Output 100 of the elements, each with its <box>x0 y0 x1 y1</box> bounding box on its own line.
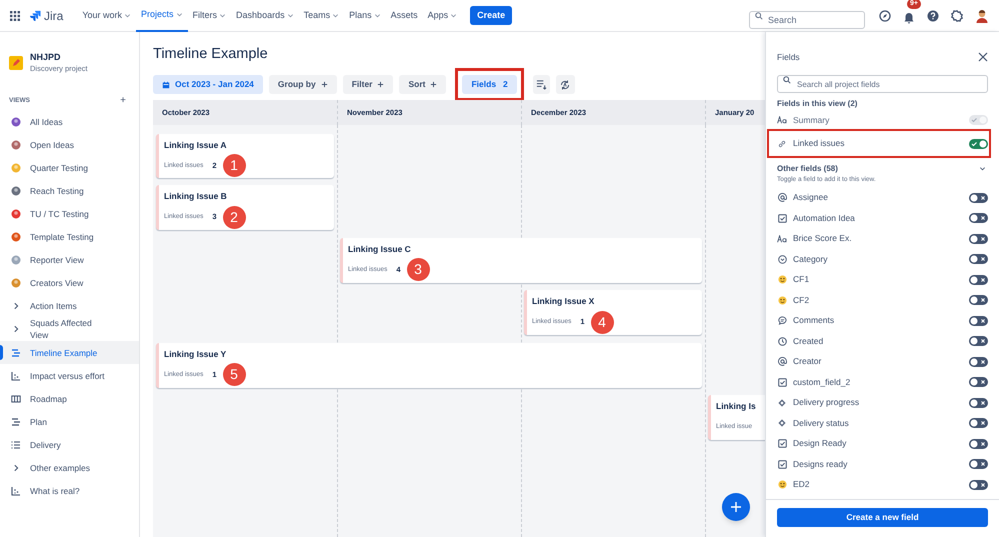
compass-icon[interactable] <box>879 10 891 22</box>
number-marker: 1 <box>222 154 246 177</box>
sidebar-item[interactable]: What is real? <box>0 479 139 502</box>
field-item: Designs ready <box>766 454 999 474</box>
toggle-switch[interactable] <box>969 234 988 244</box>
chevron-down-icon <box>219 12 226 19</box>
toolbar-button[interactable]: Sort <box>399 75 446 94</box>
clock-icon <box>777 336 787 346</box>
field-item: Delivery status <box>766 413 999 434</box>
chevron-right-icon <box>12 464 20 472</box>
card-title: Linking Issue C <box>348 244 412 254</box>
chevron-down-icon <box>450 12 458 19</box>
toggle-switch[interactable] <box>969 336 988 346</box>
checkbox-icon <box>777 378 787 387</box>
project-name: NHJPD <box>30 51 62 63</box>
plus-icon <box>730 501 742 513</box>
toggle-switch[interactable] <box>969 377 988 388</box>
app-grid-icon[interactable] <box>10 10 20 20</box>
sidebar-item[interactable]: Reach Testing <box>0 179 139 202</box>
sidebar-item[interactable]: Timeline Example <box>0 341 139 364</box>
scatter-icon <box>11 370 21 381</box>
sidebar-item[interactable]: Squads Affected View <box>0 317 139 342</box>
toggle-switch[interactable] <box>969 192 988 203</box>
add-button[interactable] <box>722 493 750 521</box>
sidebar-item[interactable]: Plan <box>0 410 139 434</box>
project-avatar-icon <box>9 56 23 70</box>
nav-menu-item[interactable]: Projects <box>136 0 188 32</box>
bell-icon[interactable] <box>903 12 915 24</box>
settings-icon[interactable] <box>951 10 963 22</box>
help-icon[interactable] <box>927 10 939 22</box>
field-item: Comments <box>766 310 999 331</box>
toolbar-button[interactable]: Fields 2 <box>462 75 517 94</box>
scatter-icon <box>11 486 21 496</box>
comment-icon <box>777 316 787 326</box>
toggle-switch[interactable] <box>969 418 988 428</box>
section-heading: Other fields (58) <box>777 162 838 175</box>
nav-menu-item[interactable]: Filters <box>188 0 232 32</box>
add-view-button[interactable]: + <box>120 96 126 106</box>
field-item: ED2 <box>766 474 999 495</box>
field-item: Creator <box>766 352 999 372</box>
create-button[interactable]: Create <box>470 6 512 25</box>
field-item: Delivery progress <box>766 392 999 413</box>
sidebar-item[interactable]: Template Testing <box>0 225 139 248</box>
chevron-down-icon <box>374 12 381 19</box>
toggle-switch[interactable] <box>969 398 988 408</box>
field-item: Linked issues <box>766 133 999 154</box>
avatar-icon[interactable] <box>975 8 989 22</box>
close-icon[interactable] <box>978 52 988 62</box>
auto-sort-icon[interactable] <box>556 75 575 94</box>
emoji-icon <box>777 275 787 284</box>
emoji-icon <box>777 480 787 490</box>
nav-menu-item[interactable]: Teams <box>298 0 344 32</box>
nav-menu-item[interactable]: Your work <box>77 0 136 32</box>
nav-menu-item[interactable]: Apps <box>422 0 462 32</box>
toggle-switch[interactable] <box>969 356 988 367</box>
sidebar-item[interactable]: Other examples <box>0 456 139 480</box>
sidebar-item[interactable]: Creators View <box>0 271 139 294</box>
search-icon <box>783 76 791 84</box>
sidebar-item[interactable]: Open Ideas <box>0 133 139 156</box>
field-item: Automation Idea <box>766 208 999 228</box>
toggle-switch[interactable] <box>969 213 988 224</box>
text-type-icon <box>777 116 787 124</box>
toggle-switch[interactable] <box>969 274 988 285</box>
plus-icon <box>377 81 384 88</box>
chevron-down-icon[interactable] <box>979 165 986 172</box>
search-field[interactable]: Search all project fields <box>777 75 988 94</box>
sidebar-item[interactable]: Roadmap <box>0 387 139 410</box>
search-field[interactable]: Search <box>749 10 865 28</box>
chevron-down-icon <box>124 12 132 19</box>
toggle-switch[interactable] <box>969 138 988 148</box>
toggle-switch[interactable] <box>969 254 988 264</box>
toolbar-button[interactable]: Oct 2023 - Jan 2024 <box>153 75 263 94</box>
at-sign-icon <box>777 193 787 202</box>
sidebar-item[interactable]: Impact versus effort <box>0 364 139 388</box>
sidebar-item[interactable]: Reporter View <box>0 248 139 272</box>
toolbar-button[interactable]: Group by <box>268 75 337 94</box>
sidebar-item[interactable]: TU / TC Testing <box>0 202 139 226</box>
toggle-switch[interactable] <box>969 459 988 470</box>
sidebar-item[interactable]: Action Items <box>0 294 139 318</box>
diamond-icon <box>777 398 787 407</box>
toggle-switch[interactable] <box>969 480 988 490</box>
plus-icon <box>430 81 438 88</box>
sidebar-item[interactable]: Quarter Testing <box>0 156 139 180</box>
toggle-switch[interactable] <box>969 295 988 306</box>
nav-menu-item[interactable]: Assets <box>386 0 423 32</box>
create-field-button[interactable]: Create a new field <box>777 508 988 527</box>
logo-icon <box>30 10 41 21</box>
at-sign-icon <box>777 357 787 366</box>
sidebar-item[interactable]: All Ideas <box>0 110 139 134</box>
nav-menu-item[interactable]: Plans <box>344 0 386 32</box>
nav-menu-item[interactable]: Dashboards <box>231 0 299 32</box>
chevron-right-icon <box>12 302 20 310</box>
field-item: CF1 <box>766 270 999 290</box>
toggle-switch[interactable] <box>969 438 988 449</box>
card-title: Linking Issue Y <box>164 348 228 360</box>
field-config-icon[interactable] <box>532 75 550 94</box>
sidebar-item[interactable]: Delivery <box>0 433 139 456</box>
toggle-switch[interactable] <box>969 316 988 326</box>
toolbar-button[interactable]: Filter <box>342 75 394 94</box>
checkbox-icon <box>777 214 787 223</box>
